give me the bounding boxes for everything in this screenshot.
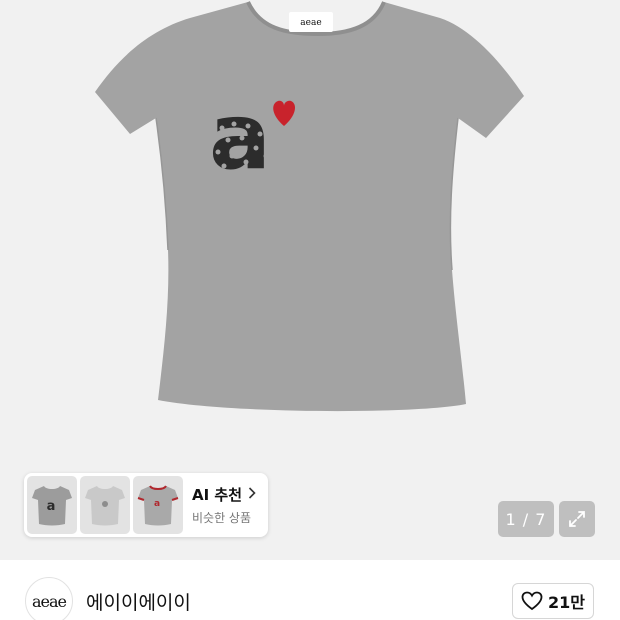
expand-icon <box>569 511 585 527</box>
recommend-thumbnail-3[interactable]: a <box>133 476 183 534</box>
thumb-3-print: a <box>154 499 160 509</box>
ai-recommend-card[interactable]: a a AI 추천 비슷한 상품 <box>24 473 268 537</box>
recommend-thumbnail-2[interactable] <box>80 476 130 534</box>
product-page: aeae a a a AI 추천 비슷한 상품 1 / 7 aeae 에이이에이… <box>0 0 620 620</box>
ai-recommend-subtitle: 비슷한 상품 <box>192 511 252 525</box>
heart-outline-icon <box>521 591 543 611</box>
ai-recommend-title: AI 추천 <box>192 486 243 504</box>
brand-name[interactable]: 에이이에이이 <box>86 588 191 615</box>
like-count: 21만 <box>548 593 585 612</box>
like-button[interactable]: 21만 <box>512 583 594 619</box>
brand-logo[interactable]: aeae <box>25 577 73 620</box>
ai-recommend-link[interactable]: AI 추천 비슷한 상품 <box>192 476 256 534</box>
expand-button[interactable] <box>559 501 595 537</box>
image-counter: 1 / 7 <box>498 501 554 537</box>
recommend-thumbnail-1[interactable]: a <box>27 476 77 534</box>
chevron-right-icon <box>248 486 256 503</box>
shirt-tag-text: aeae <box>300 18 321 28</box>
thumb-1-print: a <box>47 499 56 514</box>
